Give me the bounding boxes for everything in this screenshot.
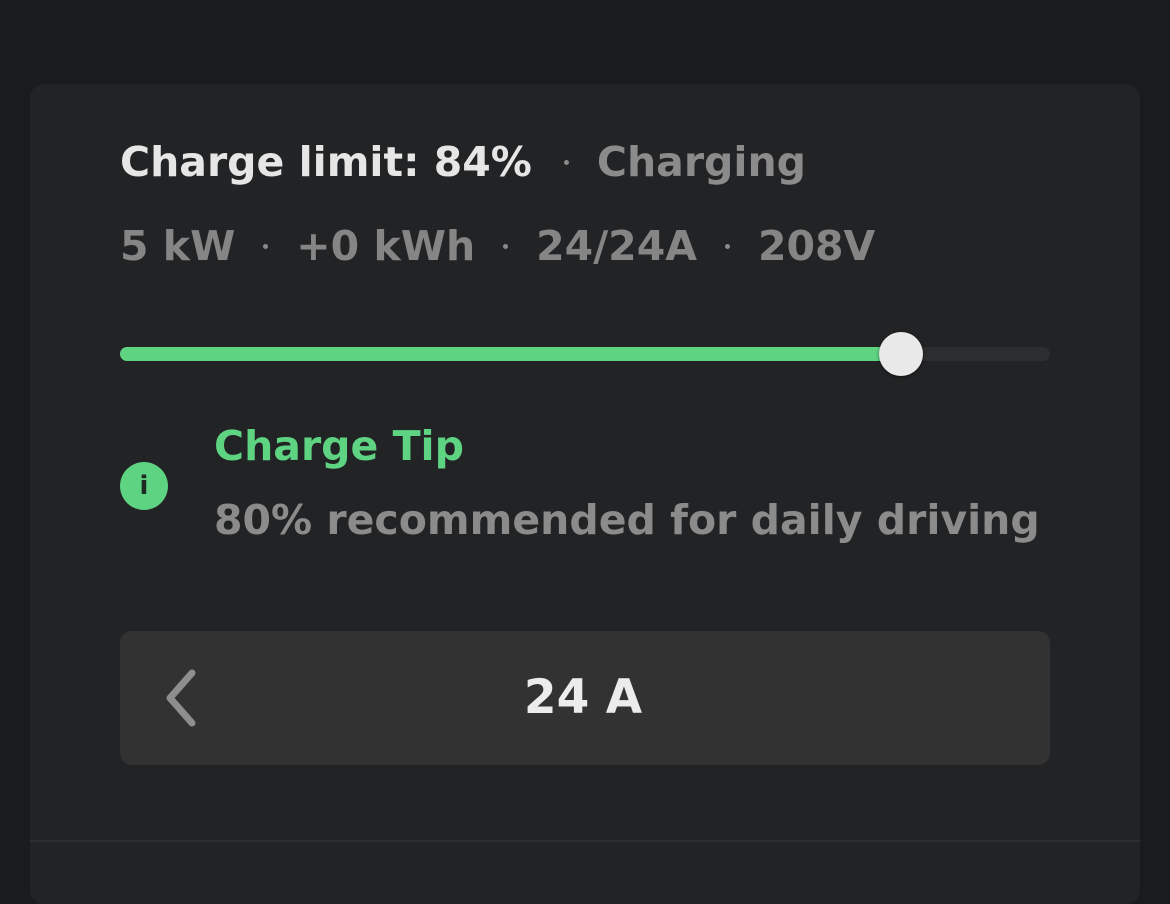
charging-status: Charging — [596, 138, 806, 186]
separator-dot — [263, 243, 269, 249]
energy-added: +0 kWh — [296, 222, 476, 270]
charge-limit-slider[interactable] — [120, 332, 1050, 376]
separator-dot — [503, 243, 509, 249]
decrease-amperage-button[interactable] — [142, 658, 222, 738]
slider-thumb[interactable] — [879, 332, 924, 376]
charge-tip-title: Charge Tip — [214, 422, 464, 470]
charge-power: 5 kW — [120, 222, 236, 270]
charge-tip-text: 80% recommended for daily driving — [214, 496, 1040, 544]
amperage-value: 24 A — [523, 670, 643, 725]
info-icon: i — [120, 462, 168, 510]
charging-stats: 5 kW +0 kWh 24/24A 208V — [120, 218, 875, 274]
slider-fill — [120, 347, 902, 361]
charge-current: 24/24A — [536, 222, 697, 270]
card-divider — [30, 840, 1140, 842]
separator-dot — [724, 243, 730, 249]
charge-limit-label: Charge limit: 84% — [120, 138, 532, 186]
charge-header: Charge limit: 84% Charging — [120, 134, 806, 190]
charging-card: Charge limit: 84% Charging 5 kW +0 kWh 2… — [30, 84, 1140, 904]
charge-voltage: 208V — [757, 222, 876, 270]
separator-dot — [563, 159, 569, 165]
chevron-left-icon — [166, 669, 196, 727]
amperage-stepper: 24 A — [120, 631, 1050, 765]
